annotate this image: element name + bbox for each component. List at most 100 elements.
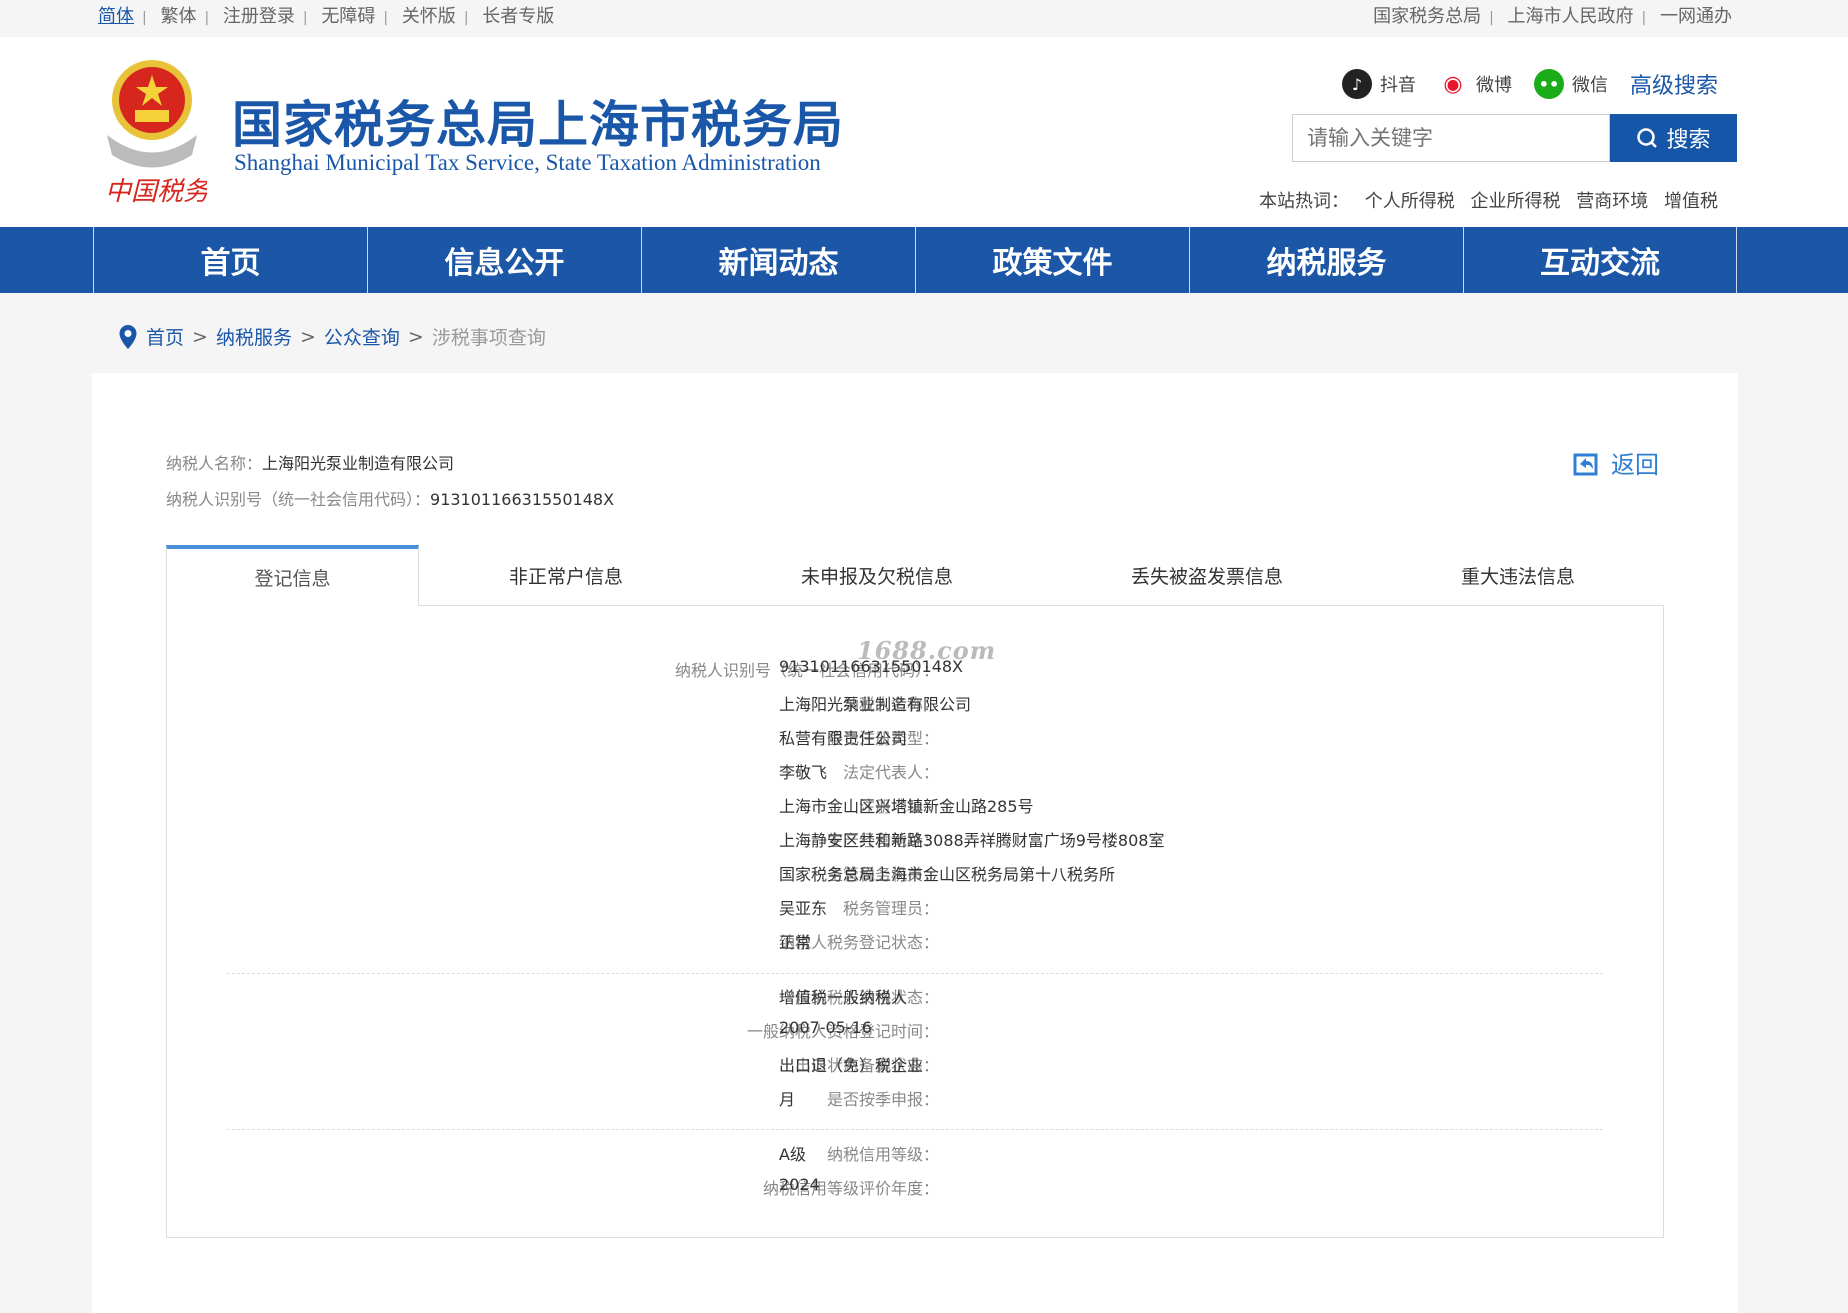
info-row: 生产经营地址： 上海静安区共和新路3088弄祥腾财富广场9号楼808室 [167,827,1665,851]
label: 纳税人名称： [166,454,263,473]
advanced-search-link[interactable]: 高级搜索 [1630,68,1718,100]
info-row: 是否按季申报： 月 [167,1086,1665,1110]
info-row: 法定代表人： 李敬飞 [167,759,1665,783]
breadcrumb-sep: > [407,325,424,348]
weibo-icon: ◉ [1437,69,1468,99]
link-simplified[interactable]: 简体 [98,6,134,27]
social-links: ♪ 抖音 ◉ 微博 •• 微信 高级搜索 [1341,68,1718,100]
info-row: 纳税人税务登记状态： 正常 [167,929,1665,953]
weibo-link[interactable]: ◉ 微博 [1437,69,1512,99]
info-value: 私营有限责任公司 [779,729,908,748]
wechat-link[interactable]: •• 微信 [1533,69,1608,99]
breadcrumb-sep: > [192,325,208,348]
breadcrumb-home[interactable]: 首页 [146,323,184,350]
top-utility-bar: 简体 | 繁体 | 注册登录 | 无障碍 | 关怀版 | 长者专版 国家税务总局 | 上海市… [0,0,1848,37]
logo-text: 中国税务 [105,177,207,205]
nav-info-disclosure[interactable]: 信息公开 [367,227,641,293]
nav-news[interactable]: 新闻动态 [641,227,915,293]
link-register-login[interactable]: 注册登录 [223,6,295,27]
registration-info-panel: 纳税人识别号（统一社会信用代码）： 91310116631550148X 纳税人名称… [166,605,1664,1238]
info-label: 是否按季申报： [826,1090,939,1109]
douyin-icon: ♪ [1341,69,1372,99]
link-one-net[interactable]: 一网通办 [1660,6,1732,27]
info-row: 纳税人名称： 上海阳光泵业制造有限公司 [167,691,1665,715]
nav-policy[interactable]: 政策文件 [915,227,1189,293]
value: 91310116631550148X [430,490,615,509]
info-row: 纳税信用等级评价年度： 2024 [167,1175,1665,1199]
nav-home[interactable]: 首页 [93,227,367,293]
search-input[interactable] [1292,114,1610,162]
hot-word[interactable]: 营商环境 [1576,191,1648,212]
hot-words: 本站热词： 个人所得税 企业所得税 营商环境 增值税 [1259,187,1718,213]
info-value: 国家税务总局上海市金山区税务局第十八税务所 [779,865,1116,884]
nav-interaction[interactable]: 互动交流 [1463,227,1737,293]
info-value: 出口退（免）税企业 [779,1056,924,1075]
link-traditional[interactable]: 繁体 [160,6,196,27]
search-bar: 搜索 [1292,114,1737,162]
hot-word[interactable]: 增值税 [1664,191,1718,212]
search-button-label: 搜索 [1666,128,1711,153]
info-value: 2007-05-16 [779,1018,872,1037]
link-care-version[interactable]: 关怀版 [402,6,456,27]
douyin-link[interactable]: ♪ 抖音 [1341,69,1416,99]
section-divider [227,973,1603,974]
main-nav: 首页 信息公开 新闻动态 政策文件 纳税服务 互动交流 [0,227,1848,293]
hot-words-label: 本站热词： [1259,191,1350,212]
info-value: 上海阳光泵业制造有限公司 [779,695,972,714]
info-value: 2024 [779,1175,820,1194]
info-value: 月 [779,1090,796,1109]
breadcrumb-tax-service[interactable]: 纳税服务 [216,323,292,350]
section-divider [227,1129,1603,1130]
label: 纳税人识别号（统一社会信用代码）： [166,490,431,509]
info-label: 法定代表人： [842,763,939,782]
link-elder-version[interactable]: 长者专版 [482,6,554,27]
search-button[interactable]: 搜索 [1610,114,1737,162]
tab-registration-info[interactable]: 登记信息 [166,545,419,606]
taxpayer-id-summary: 纳税人识别号（统一社会信用代码）：91310116631550148X [166,486,614,510]
search-icon [1637,128,1658,148]
breadcrumb-public-query[interactable]: 公众查询 [324,323,400,350]
info-value: 正常 [779,933,812,952]
breadcrumb: 首页 > 纳税服务 > 公众查询 > 涉税事项查询 [118,323,546,350]
info-label: 税务管理员： [842,899,939,918]
wechat-icon: •• [1533,69,1564,99]
tax-emblem-logo[interactable]: 中国税务 [97,55,207,205]
site-header: 中国税务 国家税务总局上海市税务局 Shanghai Municipal Tax… [0,37,1848,227]
back-label: 返回 [1611,451,1659,479]
info-value: 李敬飞 [779,763,828,782]
link-accessibility[interactable]: 无障碍 [321,6,375,27]
info-row: 一般纳税人资格状态： 增值税一般纳税人 [167,984,1665,1008]
nav-tax-service[interactable]: 纳税服务 [1189,227,1463,293]
link-shanghai-gov[interactable]: 上海市人民政府 [1508,6,1634,27]
breadcrumb-sep: > [299,325,316,348]
info-row: 税务管理员： 吴亚东 [167,895,1665,919]
tab-unfiled-arrears[interactable]: 未申报及欠税信息 [801,545,953,605]
hot-word[interactable]: 个人所得税 [1365,191,1455,212]
info-row: 纳税信用等级： A级 [167,1141,1665,1165]
tab-abnormal-account[interactable]: 非正常户信息 [509,545,623,605]
back-button[interactable]: 返回 [1573,445,1659,480]
info-value: 上海市金山区兴塔镇新金山路285号 [779,797,1034,816]
back-icon [1573,453,1598,475]
info-value: 增值税一般纳税人 [779,988,908,1007]
tab-major-violations[interactable]: 重大违法信息 [1461,545,1575,605]
info-row: 主管税务机关： 国家税务总局上海市金山区税务局第十八税务所 [167,861,1665,885]
info-row: 注册地址： 上海市金山区兴塔镇新金山路285号 [167,793,1665,817]
link-sat[interactable]: 国家税务总局 [1373,6,1481,27]
info-value: 吴亚东 [779,899,828,918]
tab-bar: 登记信息 非正常户信息 未申报及欠税信息 丢失被盗发票信息 重大违法信息 [166,545,1664,606]
taxpayer-name-summary: 纳税人名称：上海阳光泵业制造有限公司 [166,450,454,474]
site-title: 国家税务总局上海市税务局 [232,96,844,154]
wechat-label: 微信 [1571,75,1608,96]
site-subtitle: Shanghai Municipal Tax Service, State Ta… [234,150,821,175]
watermark: 1688.com [857,636,997,665]
hot-word[interactable]: 企业所得税 [1471,191,1561,212]
breadcrumb-current: 涉税事项查询 [431,327,546,349]
location-pin-icon [119,324,137,349]
info-value: 上海静安区共和新路3088弄祥腾财富广场9号楼808室 [779,831,1165,850]
douyin-label: 抖音 [1379,75,1416,96]
tab-lost-invoices[interactable]: 丢失被盗发票信息 [1131,545,1283,605]
info-row: 登记注册类型： 私营有限责任公司 [167,725,1665,749]
info-row: 一般纳税人资格登记时间： 2007-05-16 [167,1018,1665,1042]
value: 上海阳光泵业制造有限公司 [262,454,455,473]
